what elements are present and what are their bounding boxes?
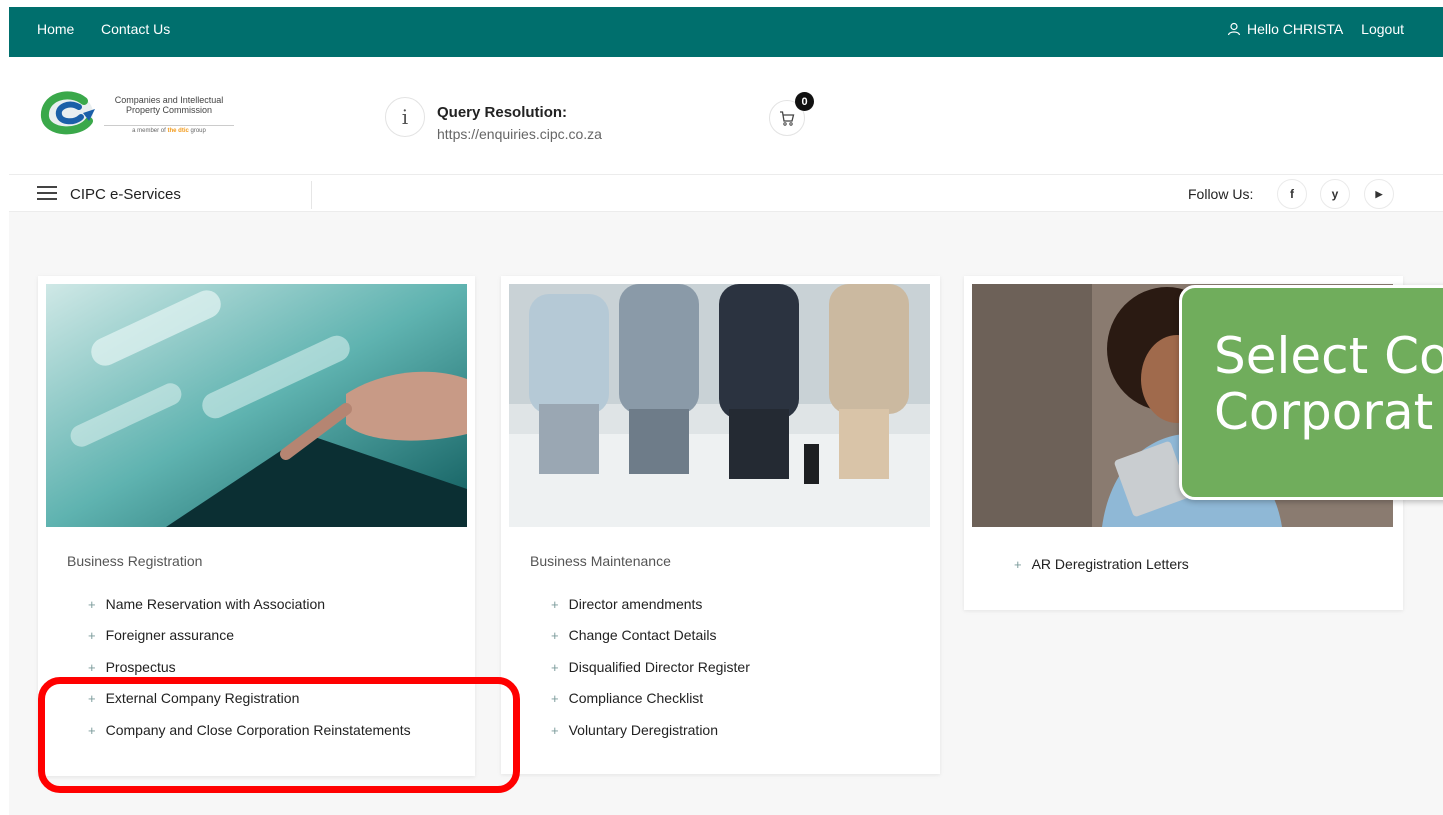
info-icon[interactable]: i — [385, 97, 425, 137]
plus-icon: + — [1014, 556, 1022, 572]
list-item-prospectus[interactable]: + Prospectus — [88, 659, 176, 675]
twitter-icon[interactable]: y — [1320, 179, 1350, 209]
list-item-change-contact-details[interactable]: + Change Contact Details — [551, 627, 716, 643]
plus-icon: + — [88, 627, 96, 643]
list-item-disqualified-director-register[interactable]: + Disqualified Director Register — [551, 659, 750, 675]
list-item-name-reservation[interactable]: + Name Reservation with Association — [88, 596, 325, 612]
list-item-voluntary-deregistration[interactable]: + Voluntary Deregistration — [551, 722, 718, 738]
query-resolution-title: Query Resolution: — [437, 104, 568, 121]
plus-icon: + — [551, 690, 559, 706]
facebook-icon[interactable]: f — [1277, 179, 1307, 209]
plus-icon: + — [88, 596, 96, 612]
browser-page: Home Contact Us Hello CHRISTA Logout Com… — [9, 7, 1443, 815]
business-people-image — [509, 284, 930, 527]
logout-link[interactable]: Logout — [1361, 21, 1404, 37]
youtube-icon[interactable]: ▶ — [1364, 179, 1394, 209]
user-icon — [1227, 22, 1241, 36]
nav-contact-us-link[interactable]: Contact Us — [101, 21, 170, 37]
plus-icon: + — [88, 659, 96, 675]
cart-count-badge: 0 — [795, 92, 814, 111]
nav-divider — [311, 181, 312, 209]
site-header: Companies and Intellectual Property Comm… — [9, 57, 1443, 174]
query-resolution-url[interactable]: https://enquiries.cipc.co.za — [437, 126, 602, 142]
card-title: Business Registration — [67, 553, 203, 569]
follow-us-label: Follow Us: — [1188, 186, 1254, 202]
highlight-annotation-box — [38, 677, 520, 793]
greeting-text: Hello CHRISTA — [1246, 21, 1344, 37]
plus-icon: + — [551, 596, 559, 612]
list-item-director-amendments[interactable]: + Director amendments — [551, 596, 702, 612]
hamburger-menu-icon[interactable] — [37, 186, 57, 202]
list-item-foreigner-assurance[interactable]: + Foreigner assurance — [88, 627, 234, 643]
top-navigation-bar: Home Contact Us Hello CHRISTA Logout — [9, 7, 1443, 57]
card-title: Business Maintenance — [530, 553, 671, 569]
user-greeting[interactable]: Hello CHRISTA — [1227, 21, 1343, 37]
logo-caption: Companies and Intellectual Property Comm… — [114, 95, 224, 115]
instruction-callout: Select Co Corporat — [1179, 285, 1443, 500]
nav-home-link[interactable]: Home — [37, 21, 74, 37]
list-item-compliance-checklist[interactable]: + Compliance Checklist — [551, 690, 703, 706]
eservices-menu-label[interactable]: CIPC e-Services — [70, 186, 181, 203]
list-item-ar-deregistration-letters[interactable]: + AR Deregistration Letters — [1014, 556, 1189, 572]
tablet-touch-image — [46, 284, 467, 527]
plus-icon: + — [551, 659, 559, 675]
card-business-maintenance: Business Maintenance + Director amendment… — [501, 276, 940, 774]
plus-icon: + — [551, 722, 559, 738]
cart-icon — [780, 111, 795, 126]
plus-icon: + — [551, 627, 559, 643]
services-navbar: CIPC e-Services Follow Us: f y ▶ — [9, 174, 1443, 212]
logo-subcaption: a member of the dtic group — [104, 125, 234, 134]
